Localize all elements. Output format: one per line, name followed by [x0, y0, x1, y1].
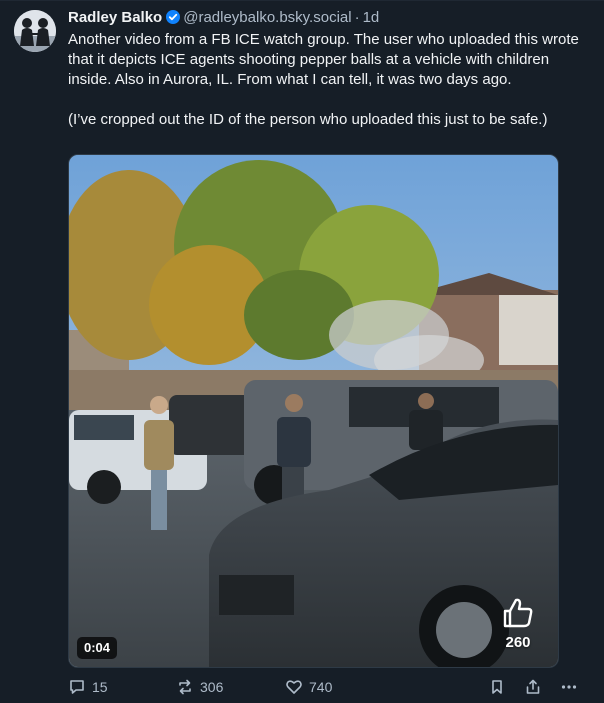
post-timestamp[interactable]: 1d [363, 9, 380, 26]
bookmark-icon [492, 680, 502, 694]
like-button[interactable]: 740 [285, 676, 332, 698]
separator-dot: · [354, 9, 360, 26]
post-paragraph: Another video from a FB ICE watch group.… [68, 31, 579, 88]
post: Radley Balko @radleybalko.bsky.social · 1d … [0, 0, 604, 703]
repost-icon [179, 679, 191, 695]
post-header: Radley Balko @radleybalko.bsky.social · 1d [68, 8, 588, 28]
more-options-button[interactable] [560, 676, 578, 698]
repost-count: 306 [200, 679, 224, 695]
video-player[interactable]: 0:04 260 [68, 154, 559, 668]
video-thumbnail [69, 155, 558, 667]
repost-button[interactable]: 306 [176, 676, 223, 698]
heart-icon [286, 680, 302, 694]
author-name[interactable]: Radley Balko [68, 9, 162, 26]
thumbs-up-icon [503, 598, 533, 628]
author-handle[interactable]: @radleybalko.bsky.social [183, 9, 351, 26]
top-divider [0, 0, 604, 1]
more-options-icon [561, 685, 577, 689]
avatar-image [14, 10, 56, 52]
video-like-count: 260 [505, 634, 531, 651]
post-body: Another video from a FB ICE watch group.… [68, 30, 588, 130]
reply-icon [70, 680, 84, 694]
bookmark-button[interactable] [488, 676, 506, 698]
reply-button[interactable]: 15 [68, 676, 108, 698]
like-count: 740 [309, 679, 333, 695]
action-bar: 15 306 740 [68, 676, 588, 698]
post-paragraph: (I’ve cropped out the ID of the person w… [68, 111, 548, 128]
avatar[interactable] [14, 10, 56, 52]
share-button[interactable] [524, 676, 542, 698]
video-duration: 0:04 [77, 637, 118, 659]
reply-count: 15 [92, 679, 108, 695]
share-icon [526, 679, 540, 694]
video-like-overlay[interactable]: 260 [496, 596, 540, 651]
verified-badge-icon [166, 10, 181, 24]
